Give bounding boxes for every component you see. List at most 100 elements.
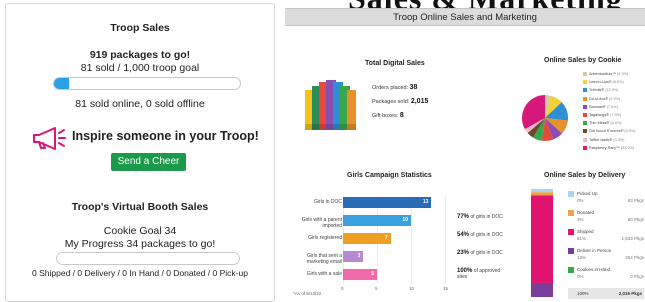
legend-label: Adventurefuls™ bbox=[589, 72, 617, 76]
legend-percent: (3.3%) bbox=[613, 137, 625, 142]
cookie-boxes-image bbox=[305, 80, 356, 130]
category-label: Girls in DOC bbox=[313, 199, 342, 205]
category-label: Girls with a parent imported bbox=[301, 217, 342, 229]
booth-progress-bar bbox=[56, 252, 240, 265]
percent-annotation: 54% of girls in DOC bbox=[457, 232, 503, 238]
inspire-row: Inspire someone in your Troop! bbox=[31, 121, 271, 151]
legend-swatch bbox=[583, 137, 587, 142]
sold-of-goal: 81 sold / 1,000 troop goal bbox=[80, 62, 200, 74]
my-progress: My Progress 34 packages to go! bbox=[64, 238, 216, 250]
sales-by-cookie-title: Online Sales by Cookie bbox=[544, 57, 622, 64]
megaphone-icon bbox=[33, 127, 66, 150]
bar: 7 bbox=[343, 233, 391, 244]
booth-status-summary: 0 Shipped / 0 Delivery / 0 In Hand / 0 D… bbox=[32, 268, 248, 278]
gridline bbox=[445, 196, 446, 284]
sales-by-cookie-legend: Adventurefuls™(4.3%) Lemon-Ups®(8.6%) Tref… bbox=[583, 70, 645, 152]
sales-by-delivery-stack bbox=[531, 189, 553, 297]
percent-annotation: 23% of girls in DOC bbox=[457, 250, 503, 256]
percent-annotation: 100% of approved sites bbox=[457, 268, 501, 280]
legend-label: Deliver in Person bbox=[577, 248, 612, 253]
orders-label: Orders placed: bbox=[372, 85, 409, 91]
sales-by-cookie-pie bbox=[522, 95, 568, 141]
girls-campaign-chart: 0 5 10 15 Girls in DOC 13 Girls with a parent … bbox=[285, 188, 505, 302]
cookie-legend-item: Do-si-dos®(9.9%) bbox=[583, 95, 645, 103]
delivery-segment-1 bbox=[531, 192, 553, 196]
legend-percent: (6.6%) bbox=[610, 121, 622, 126]
orders-placed: Orders placed: 38 bbox=[372, 84, 417, 91]
bar: 3 bbox=[343, 251, 364, 262]
packages-to-go: 919 packages to go! bbox=[89, 49, 191, 61]
legend-label: Lemon-Ups® bbox=[589, 80, 612, 85]
panel-header-title: Troop Online Sales and Marketing bbox=[393, 12, 537, 23]
bar: 5 bbox=[343, 269, 377, 280]
legend-label: Shipped bbox=[577, 229, 594, 234]
legend-label: Girl Scout S'mores® bbox=[589, 129, 624, 134]
legend-percent: 0% bbox=[577, 198, 584, 203]
percent-annotation: 77% of girls in DOC bbox=[457, 214, 503, 220]
gift-boxes: Gift boxes: 8 bbox=[372, 112, 404, 119]
bar-value-label: 7 bbox=[384, 235, 388, 241]
legend-swatch bbox=[583, 72, 587, 76]
legend-swatch bbox=[583, 96, 587, 101]
cookie-legend-item: Toffee-tastic®(3.3%) bbox=[583, 136, 645, 144]
legend-percent: (7.9%) bbox=[610, 112, 622, 117]
legend-swatch bbox=[583, 88, 587, 93]
cookie-legend-item: Adventurefuls™(4.3%) bbox=[583, 70, 645, 78]
legend-swatch bbox=[568, 191, 574, 197]
send-cheer-button[interactable]: Send a Cheer bbox=[111, 153, 186, 171]
legend-label: Cookies in Hand bbox=[577, 267, 611, 272]
online-offline-summary: 81 sold online, 0 sold offline bbox=[75, 98, 205, 110]
x-tick-label: 0 bbox=[341, 286, 344, 291]
girls-campaign-title: Girls Campaign Statistics bbox=[347, 172, 432, 179]
category-label: Girls registered bbox=[308, 235, 342, 241]
legend-label: Toffee-tastic® bbox=[589, 137, 613, 142]
legend-percent: (33.0%) bbox=[620, 145, 635, 150]
packages-label: Packages sold: bbox=[372, 99, 410, 105]
legend-percent: (9.9%) bbox=[609, 96, 621, 101]
legend-swatch bbox=[568, 229, 574, 235]
legend-percent: 13% bbox=[577, 255, 587, 260]
gift-value: 8 bbox=[399, 112, 404, 119]
cookie-legend-item: Raspberry Rally™(33.0%) bbox=[583, 144, 645, 152]
inspire-text: Inspire someone in your Troop! bbox=[72, 129, 259, 143]
legend-packages: 50 Pkgs bbox=[627, 217, 644, 222]
legend-label: Picked Up bbox=[577, 191, 598, 196]
legend-percent: (13.9%) bbox=[605, 88, 619, 93]
troop-sales-title: Troop Sales bbox=[110, 22, 170, 34]
cookie-legend-item: Trefoils®(13.9%) bbox=[583, 86, 645, 94]
gridline bbox=[411, 196, 412, 284]
delivery-total-pct: 100% bbox=[577, 291, 589, 296]
cookie-legend-item: Samoas®(7.5%) bbox=[583, 103, 645, 111]
legend-percent: (4.9%) bbox=[624, 129, 636, 134]
legend-swatch bbox=[568, 210, 574, 216]
bar-value-label: 5 bbox=[371, 271, 374, 277]
orders-value: 38 bbox=[409, 84, 418, 91]
legend-swatch bbox=[568, 248, 574, 254]
delivery-segment-2 bbox=[531, 195, 553, 283]
legend-percent: 81% bbox=[577, 236, 587, 241]
legend-percent: (4.3%) bbox=[617, 72, 629, 76]
legend-label: Samoas® bbox=[589, 104, 606, 109]
legend-percent: (7.5%) bbox=[606, 104, 618, 109]
legend-swatch bbox=[583, 80, 587, 85]
cookie-goal: Cookie Goal 34 bbox=[103, 225, 177, 237]
cookie-legend-item: Girl Scout S'mores®(4.9%) bbox=[583, 127, 645, 135]
bar: 10 bbox=[343, 215, 411, 226]
legend-label: Thin Mints® bbox=[589, 121, 610, 126]
total-digital-sales-title: Total Digital Sales bbox=[365, 60, 425, 67]
legend-label: Do-si-dos® bbox=[589, 96, 609, 101]
legend-packages: 1,633 Pkgs bbox=[621, 236, 644, 241]
legend-label: Raspberry Rally™ bbox=[589, 145, 620, 150]
as-of-note: *As of 9/13/22 bbox=[293, 291, 322, 296]
troop-sales-card: Troop Sales 919 packages to go! 81 sold … bbox=[5, 3, 275, 302]
category-label: Girls with a sale bbox=[306, 271, 342, 277]
legend-label: Tagalongs® bbox=[589, 112, 610, 117]
bar-value-label: 10 bbox=[402, 217, 408, 223]
legend-packages: 0 Pkgs bbox=[630, 274, 644, 279]
delivery-segment-0 bbox=[531, 189, 553, 193]
x-tick-label: 10 bbox=[409, 286, 415, 291]
legend-swatch bbox=[583, 112, 587, 117]
panel-header: Troop Online Sales and Marketing bbox=[285, 8, 645, 26]
cookie-legend-item: Lemon-Ups®(8.6%) bbox=[583, 78, 645, 86]
bar-value-label: 3 bbox=[357, 253, 361, 259]
